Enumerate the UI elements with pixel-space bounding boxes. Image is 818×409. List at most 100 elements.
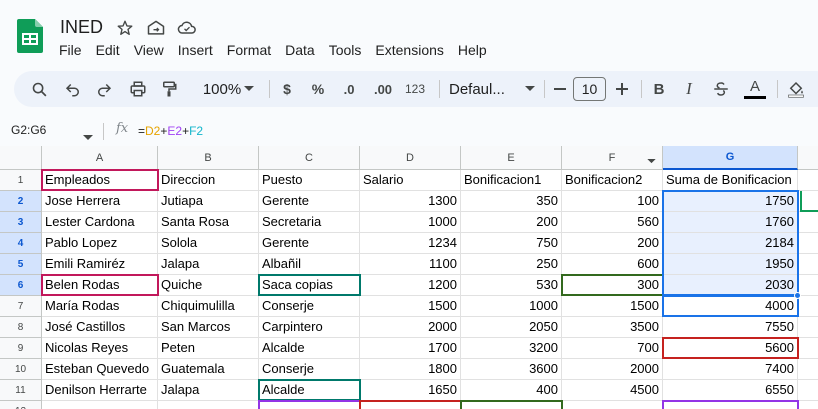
menu-insert[interactable]: Insert	[171, 40, 220, 62]
cell-g8[interactable]: 7550	[663, 317, 798, 338]
cell-f4[interactable]: 200	[562, 233, 663, 254]
row-header-6[interactable]: 6	[0, 275, 42, 296]
filter-dropdown-icon[interactable]	[647, 155, 656, 167]
empty-cell[interactable]	[798, 170, 818, 191]
column-header-f[interactable]: F	[562, 146, 663, 170]
cell-c3[interactable]: Secretaria	[259, 212, 360, 233]
cell-d4[interactable]: 1234	[360, 233, 461, 254]
cell-e1[interactable]: Bonificacion1	[461, 170, 562, 191]
empty-cell[interactable]	[798, 296, 818, 317]
cell-e11[interactable]: 400	[461, 380, 562, 401]
cell-d3[interactable]: 1000	[360, 212, 461, 233]
cell-f3[interactable]: 560	[562, 212, 663, 233]
zoom-chevron-down-icon[interactable]	[239, 71, 259, 107]
select-all-corner[interactable]	[0, 146, 42, 170]
cell-b5[interactable]: Jalapa	[158, 254, 259, 275]
cell-b11[interactable]: Jalapa	[158, 380, 259, 401]
row-header-4[interactable]: 4	[0, 233, 42, 254]
cell-f8[interactable]: 3500	[562, 317, 663, 338]
menu-help[interactable]: Help	[451, 40, 494, 62]
column-header-a[interactable]: A	[42, 146, 158, 170]
increase-font-size-icon[interactable]	[612, 71, 632, 107]
increase-decimal-button[interactable]: .00	[369, 71, 397, 107]
menu-data[interactable]: Data	[278, 40, 322, 62]
row-header-9[interactable]: 9	[0, 338, 42, 359]
cell-b6[interactable]: Quiche	[158, 275, 259, 296]
cell-c2[interactable]: Gerente	[259, 191, 360, 212]
cell-c9[interactable]: Alcalde	[259, 338, 360, 359]
menu-extensions[interactable]: Extensions	[368, 40, 450, 62]
cell-d8[interactable]: 2000	[360, 317, 461, 338]
cell-d1[interactable]: Salario	[360, 170, 461, 191]
row-header-11[interactable]: 11	[0, 380, 42, 401]
cell-a6[interactable]: Belen Rodas	[42, 275, 158, 296]
name-box[interactable]: G2:G6	[11, 123, 46, 137]
cell-e2[interactable]: 350	[461, 191, 562, 212]
cell-b2[interactable]: Jutiapa	[158, 191, 259, 212]
undo-icon[interactable]	[62, 71, 84, 107]
column-header-d[interactable]: D	[360, 146, 461, 170]
decrease-decimal-button[interactable]: .0	[336, 71, 362, 107]
cell-f10[interactable]: 2000	[562, 359, 663, 380]
column-header-c[interactable]: C	[259, 146, 360, 170]
star-icon[interactable]	[114, 17, 136, 39]
cell-f11[interactable]: 4500	[562, 380, 663, 401]
font-chevron-down-icon[interactable]	[522, 71, 538, 107]
cell-a2[interactable]: Jose Herrera	[42, 191, 158, 212]
empty-cell[interactable]	[663, 401, 798, 409]
italic-icon[interactable]: I	[680, 71, 698, 107]
row-header-7[interactable]: 7	[0, 296, 42, 317]
cell-c7[interactable]: Conserje	[259, 296, 360, 317]
cell-a10[interactable]: Esteban Quevedo	[42, 359, 158, 380]
font-size-input[interactable]: 10	[573, 77, 606, 101]
cell-e10[interactable]: 3600	[461, 359, 562, 380]
cell-a7[interactable]: María Rodas	[42, 296, 158, 317]
cell-f1[interactable]: Bonificacion2	[562, 170, 663, 191]
cell-e7[interactable]: 1000	[461, 296, 562, 317]
cell-d2[interactable]: 1300	[360, 191, 461, 212]
cell-a5[interactable]: Emili Ramiréz	[42, 254, 158, 275]
row-header-2[interactable]: 2	[0, 191, 42, 212]
cell-b9[interactable]: Peten	[158, 338, 259, 359]
fill-handle[interactable]	[794, 292, 801, 299]
cell-c5[interactable]: Albañil	[259, 254, 360, 275]
cell-b7[interactable]: Chiquimulilla	[158, 296, 259, 317]
font-select[interactable]: Defaul...	[449, 71, 519, 107]
empty-cell[interactable]	[461, 401, 562, 409]
cell-c10[interactable]: Conserje	[259, 359, 360, 380]
strikethrough-icon[interactable]	[711, 71, 731, 107]
row-header-3[interactable]: 3	[0, 212, 42, 233]
cell-b8[interactable]: San Marcos	[158, 317, 259, 338]
percent-format-button[interactable]: %	[308, 71, 328, 107]
sheets-logo-icon[interactable]	[17, 19, 43, 53]
cell-g11[interactable]: 6550	[663, 380, 798, 401]
cell-d7[interactable]: 1500	[360, 296, 461, 317]
cell-g1[interactable]: Suma de Bonificacion	[663, 170, 798, 191]
cell-b3[interactable]: Santa Rosa	[158, 212, 259, 233]
formula-input[interactable]: =D2+E2+F2	[138, 124, 203, 138]
empty-cell[interactable]	[42, 401, 158, 409]
empty-cell[interactable]	[158, 401, 259, 409]
cell-e6[interactable]: 530	[461, 275, 562, 296]
cell-e5[interactable]: 250	[461, 254, 562, 275]
column-header-g[interactable]: G	[663, 146, 798, 170]
cell-c4[interactable]: Gerente	[259, 233, 360, 254]
cell-d9[interactable]: 1700	[360, 338, 461, 359]
empty-cell[interactable]	[798, 380, 818, 401]
menu-edit[interactable]: Edit	[89, 40, 127, 62]
menu-format[interactable]: Format	[220, 40, 278, 62]
cell-f2[interactable]: 100	[562, 191, 663, 212]
cell-a8[interactable]: José Castillos	[42, 317, 158, 338]
empty-cell[interactable]	[259, 401, 360, 409]
cell-f6[interactable]: 300	[562, 275, 663, 296]
cell-d5[interactable]: 1100	[360, 254, 461, 275]
paint-format-icon[interactable]	[158, 71, 180, 107]
cell-e3[interactable]: 200	[461, 212, 562, 233]
cell-g6[interactable]: 2030	[663, 275, 798, 296]
column-header-e[interactable]: E	[461, 146, 562, 170]
cell-e8[interactable]: 2050	[461, 317, 562, 338]
name-box-chevron-down-icon[interactable]	[83, 128, 93, 146]
cell-b4[interactable]: Solola	[158, 233, 259, 254]
empty-cell[interactable]	[798, 317, 818, 338]
row-header-1[interactable]: 1	[0, 170, 42, 191]
